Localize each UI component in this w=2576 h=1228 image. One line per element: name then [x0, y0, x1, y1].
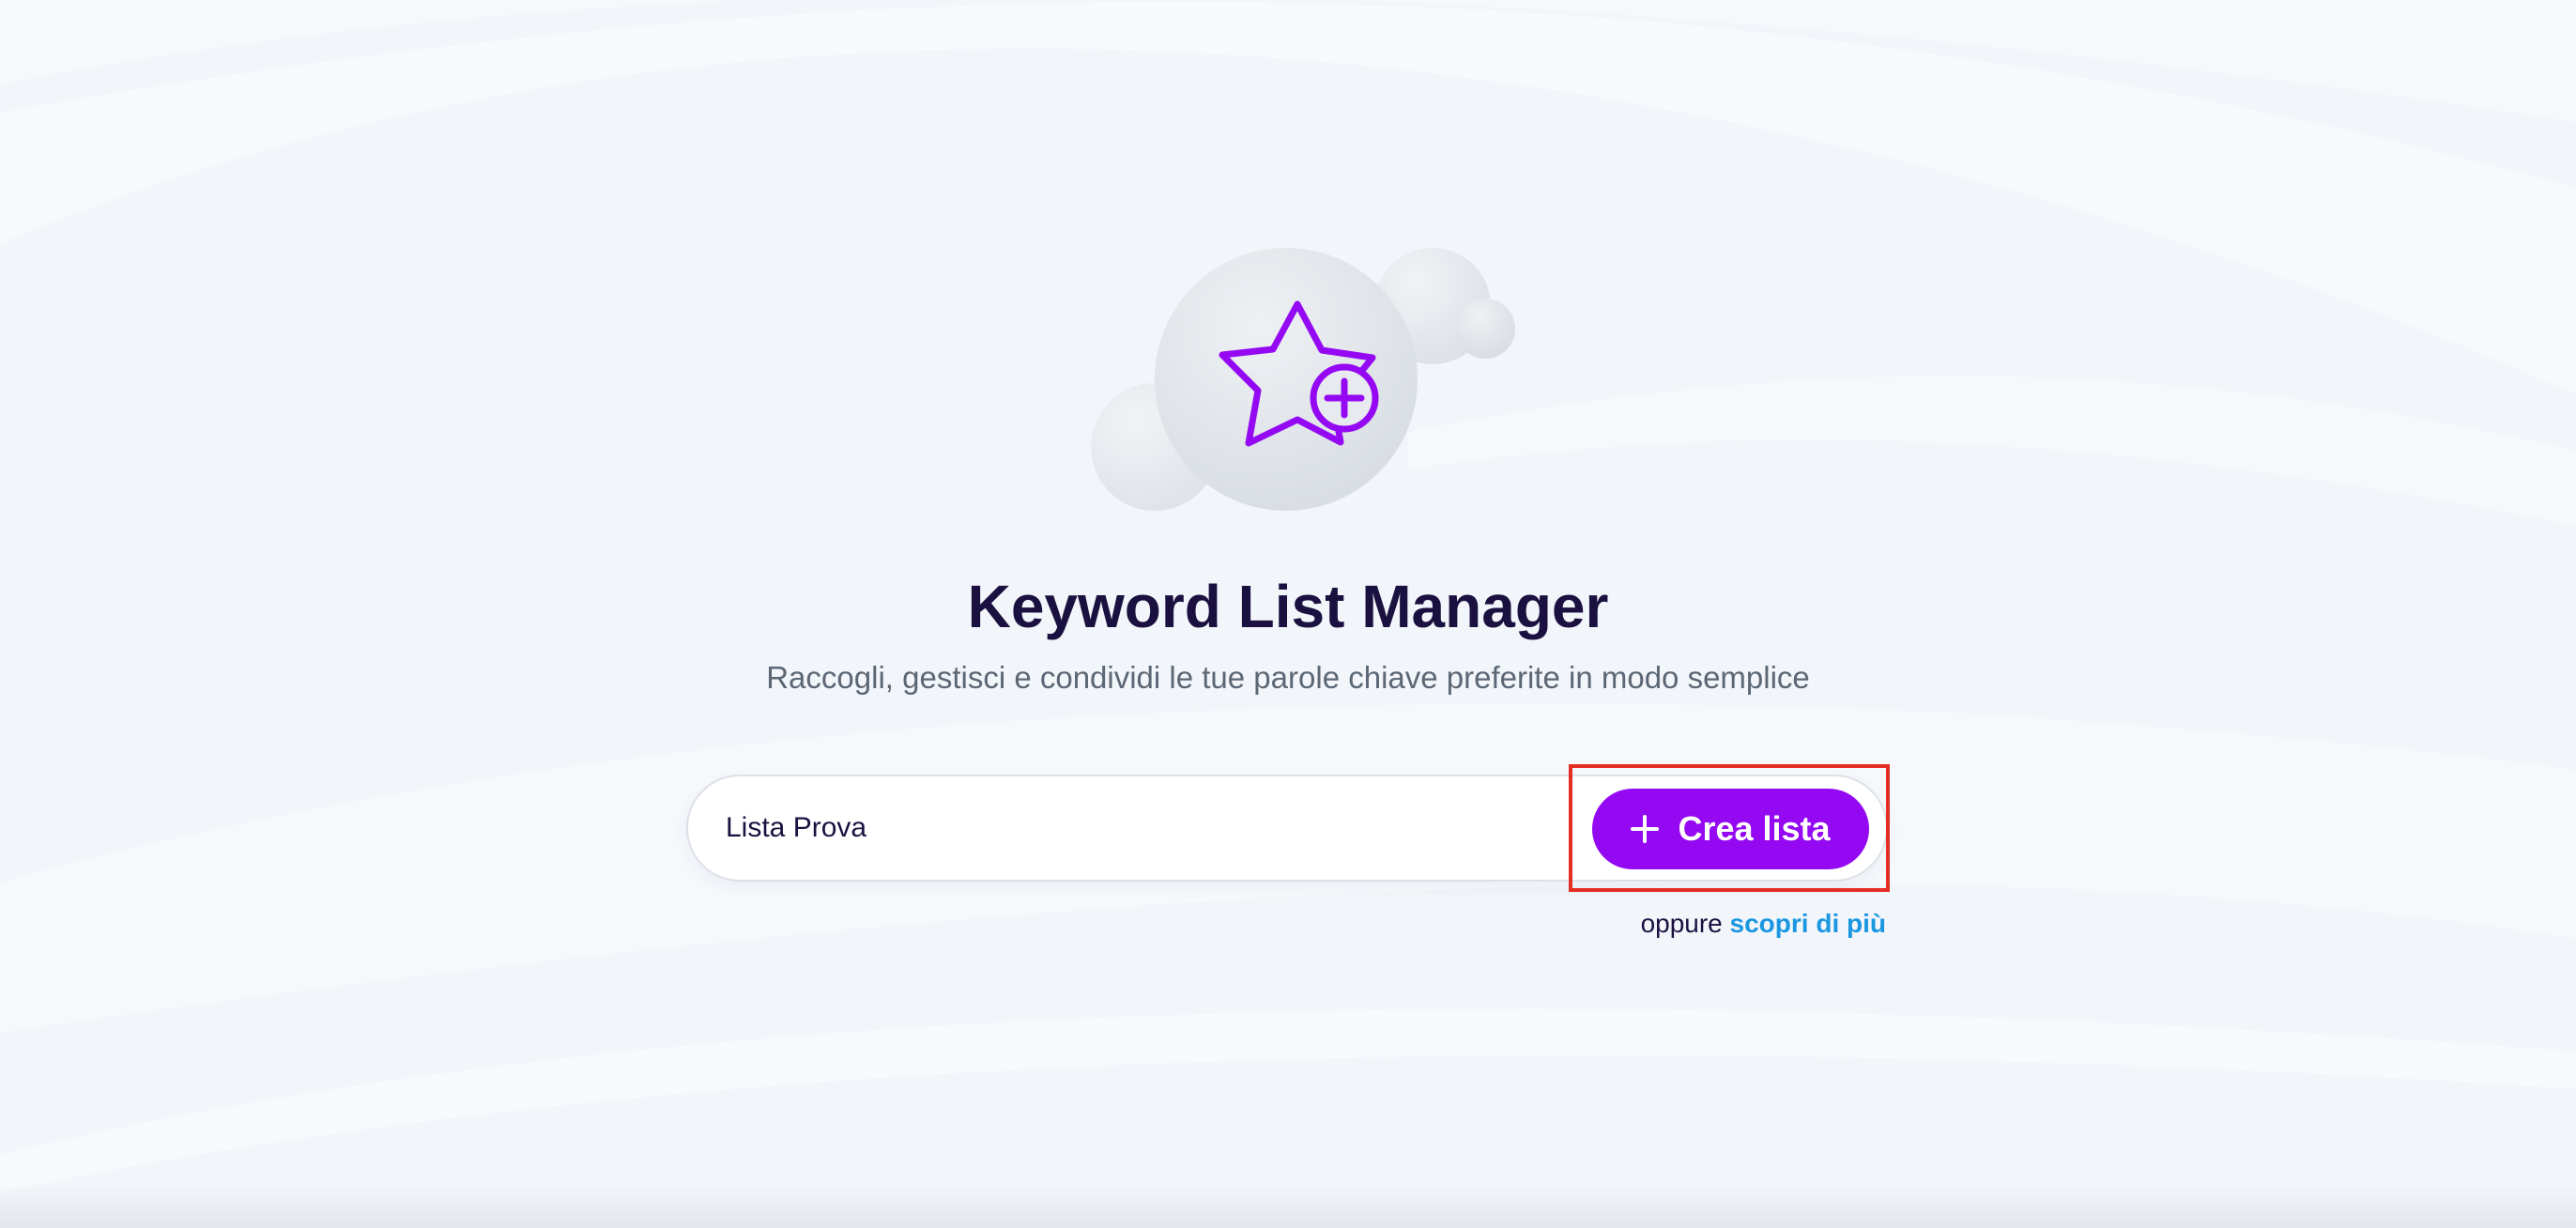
hero-illustration	[1091, 248, 1515, 511]
learn-more-link[interactable]: scopri di più	[1730, 909, 1886, 938]
bottom-shade	[0, 1185, 2576, 1228]
create-list-button[interactable]: Crea lista	[1592, 789, 1869, 869]
list-name-input[interactable]	[726, 799, 1308, 857]
alternative-prefix: oppure	[1640, 909, 1723, 938]
bubble-main	[1155, 248, 1418, 511]
page-subtitle: Raccogli, gestisci e condividi le tue pa…	[766, 660, 1810, 695]
plus-icon	[1631, 815, 1660, 843]
bubble-tiny	[1455, 299, 1515, 359]
page-title: Keyword List Manager	[967, 573, 1609, 640]
alternative-line: oppure scopri di più	[1502, 907, 1886, 941]
create-list-button-label: Crea lista	[1678, 809, 1831, 848]
